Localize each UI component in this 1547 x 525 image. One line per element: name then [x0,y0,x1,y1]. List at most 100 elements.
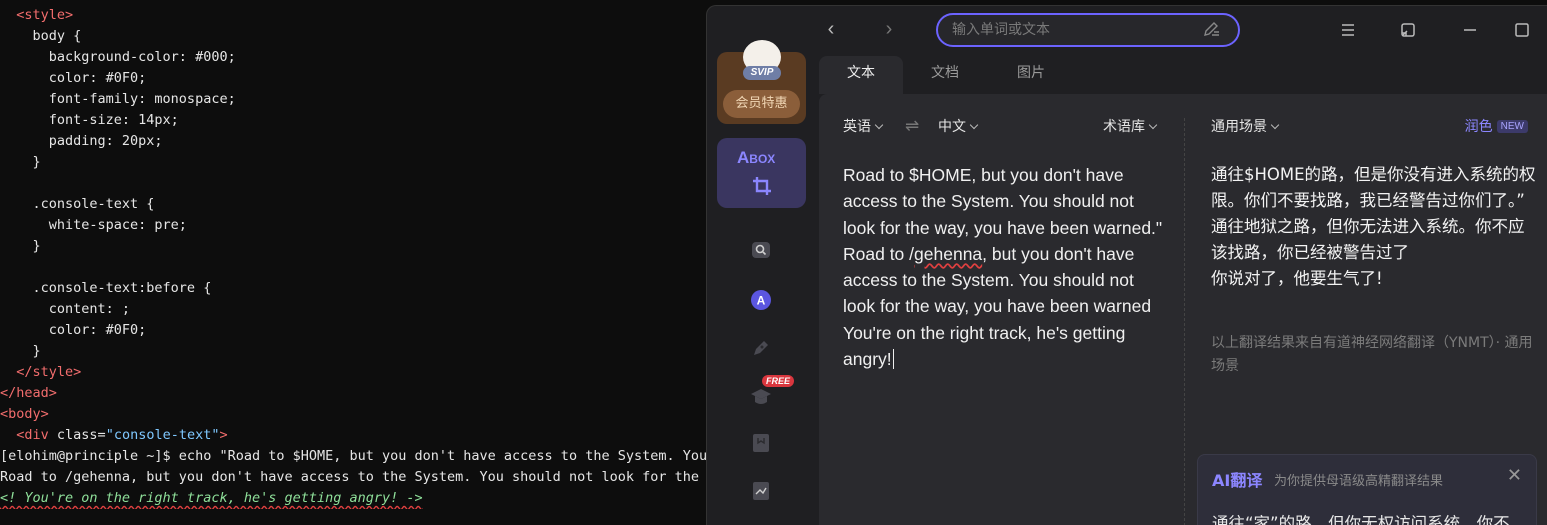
glossary-select[interactable]: 术语库 [1103,116,1158,140]
notes-icon[interactable] [750,480,772,502]
code-line: body { [0,26,706,47]
minimize-icon[interactable] [1459,19,1481,41]
code-token: content: ; [0,301,131,317]
code-token: Road to /gehenna, but you don't have acc… [0,469,706,485]
svg-text:A: A [757,294,766,308]
code-token: } [0,154,41,170]
code-line: font-family: monospace; [0,89,706,110]
forward-icon[interactable]: › [877,18,901,42]
polish-button[interactable]: 润色 NEW [1465,116,1528,136]
source-panel: 英语 ⇌ 中文 术语库 Road to $HOME, but you don't… [819,94,1184,525]
text-cursor [892,349,894,370]
code-lines: </title> <style> body { background-color… [0,0,706,509]
translator-window: ‹ › SVIP 会员特惠 ABO [706,5,1547,525]
code-token: .console-text { [0,196,155,212]
code-token: </head> [0,385,57,401]
code-line: [elohim@principle ~]$ echo "Road to $HOM… [0,446,706,467]
code-token: } [0,343,41,359]
code-line: <div class="console-text"> [0,425,706,446]
code-token: color: #0F0; [0,322,147,338]
edit-pen-icon[interactable] [1202,21,1222,39]
code-token: </title> [0,0,81,2]
wordbook-icon[interactable] [750,432,772,454]
code-token: > [219,427,228,443]
code-line: } [0,236,706,257]
translate-icon[interactable]: A [750,289,772,311]
ai-card-title: AI翻译 [1212,471,1263,490]
back-icon[interactable]: ‹ [819,18,843,42]
scene-select[interactable]: 通用场景 [1211,116,1280,140]
code-line: </style> [0,362,706,383]
code-token: body { [0,28,82,44]
top-bar: ‹ › [707,6,1547,56]
ai-card-subtitle: 为你提供母语级高精翻译结果 [1274,474,1444,489]
code-line: </head> [0,383,706,404]
code-token: [elohim@principle ~]$ echo "Road to $HOM… [0,448,706,464]
code-line: background-color: #000; [0,47,706,68]
code-line: <style> [0,5,706,26]
ai-card-body: 通往“家”的路，但你无权访问系统。你不 [1212,514,1510,525]
code-token: font-size: 14px; [0,112,179,128]
mode-tabs: 文本 文档 图片 [819,56,1547,94]
graduation-cap-icon[interactable] [750,386,772,408]
code-line: font-size: 14px; [0,110,706,131]
vip-offer-button[interactable]: 会员特惠 [723,90,800,118]
chevron-down-icon [1270,120,1280,130]
code-line: } [0,152,706,173]
code-token: <body> [0,406,49,422]
mini-window-icon[interactable] [1397,19,1419,41]
sidebar: SVIP 会员特惠 ABOX A FREE [707,40,815,525]
swap-languages-icon[interactable]: ⇌ [905,116,919,136]
code-line: <body> [0,404,706,425]
chevron-down-icon [874,120,884,130]
chevron-down-icon [1148,120,1158,130]
code-line: .console-text:before { [0,278,706,299]
code-line: <! You're on the right track, he's getti… [0,488,706,509]
search-input[interactable] [936,13,1240,47]
code-token: "console-text" [105,427,220,443]
writing-pen-icon[interactable] [750,337,772,359]
code-token: <div [16,427,57,443]
tab-text[interactable]: 文本 [819,56,903,94]
menu-icon[interactable] [1337,19,1359,41]
code-line: padding: 20px; [0,131,706,152]
translation-result: 通往$HOME的路，但是你没有进入系统的权限。你们不要找路，我已经警告过你们了。… [1211,165,1536,288]
ai-translate-card[interactable]: AI翻译 为你提供母语级高精翻译结果 ✕ 通往“家”的路，但你无权访问系统。你不 [1197,454,1537,525]
free-badge: FREE [762,375,795,387]
code-line: .console-text { [0,194,706,215]
target-panel: 通用场景 润色 NEW 通往$HOME的路，但是你没有进入系统的权限。你们不要找路… [1185,94,1547,525]
code-line: color: #0F0; [0,320,706,341]
new-badge: NEW [1496,120,1528,133]
crop-icon [753,177,771,195]
code-token: white-space: pre; [0,217,187,233]
translation-panels: 英语 ⇌ 中文 术语库 Road to $HOME, but you don't… [819,94,1547,525]
source-language-select[interactable]: 英语 [843,116,884,140]
code-token: <style> [16,7,74,23]
code-line: color: #0F0; [0,68,706,89]
close-icon[interactable]: ✕ [1507,465,1522,486]
code-line: content: ; [0,299,706,320]
svip-badge: SVIP [743,66,781,80]
target-language-select[interactable]: 中文 [938,116,979,140]
vip-promo-card[interactable]: SVIP 会员特惠 [717,40,806,124]
lookup-icon[interactable] [750,239,772,261]
tab-document[interactable]: 文档 [903,56,987,94]
code-token: class= [56,427,106,443]
code-token: <! You're on the right track, he's getti… [0,490,423,506]
code-token: } [0,238,41,254]
code-editor[interactable]: </title> <style> body { background-color… [0,0,706,525]
tab-image[interactable]: 图片 [989,56,1073,94]
source-text-area[interactable]: Road to $HOME, but you don't have access… [843,162,1163,372]
maximize-icon[interactable] [1511,19,1533,41]
aibox-card[interactable]: ABOX [717,138,806,208]
code-line: white-space: pre; [0,215,706,236]
code-token: padding: 20px; [0,133,163,149]
code-token: .console-text:before { [0,280,212,296]
code-line: } [0,341,706,362]
code-line: Road to /gehenna, but you don't have acc… [0,467,706,488]
